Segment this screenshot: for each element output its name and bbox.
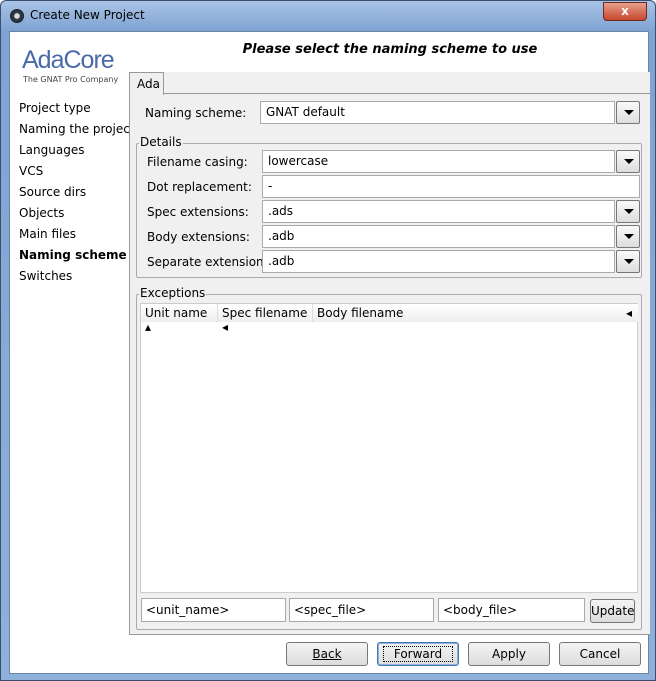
title-bar[interactable]: Create New Project x — [1, 1, 655, 31]
sidebar-item-naming-project[interactable]: Naming the project — [19, 122, 135, 136]
exceptions-table[interactable]: Unit name ▴ Spec filename ◂ Body filenam… — [140, 303, 638, 593]
sidebar-item-source-dirs[interactable]: Source dirs — [19, 185, 86, 199]
detail-label: Dot replacement: — [147, 180, 252, 194]
detail-label: Separate extensions: — [147, 255, 274, 269]
logo-tagline: The GNAT Pro Company — [23, 75, 119, 84]
detail-field[interactable]: - — [262, 175, 640, 198]
spec-file-input[interactable]: <spec_file> — [289, 598, 434, 622]
window-title: Create New Project — [30, 8, 145, 22]
column-label: Unit name — [145, 306, 208, 320]
update-button[interactable]: Update — [590, 599, 635, 623]
sort-up-icon: ▴ — [145, 320, 152, 334]
details-legend: Details — [139, 135, 183, 149]
back-button[interactable]: Back — [286, 642, 368, 666]
cancel-button[interactable]: Cancel — [559, 642, 641, 666]
dialog-body: AdaCore The GNAT Pro Company Please sele… — [9, 31, 650, 674]
detail-field[interactable]: .adb — [262, 225, 615, 248]
sidebar-item-switches[interactable]: Switches — [19, 269, 72, 283]
sort-left-icon: ◂ — [625, 306, 632, 320]
close-button[interactable]: x — [603, 2, 647, 21]
column-header-body-filename[interactable]: Body filename ◂ — [313, 304, 638, 322]
sidebar-item-objects[interactable]: Objects — [19, 206, 64, 220]
detail-field[interactable]: .adb — [262, 250, 615, 273]
adacore-logo: AdaCore — [22, 46, 115, 74]
exceptions-legend: Exceptions — [139, 286, 207, 300]
sidebar-item-naming-scheme[interactable]: Naming scheme — [19, 248, 127, 262]
cancel-label: Cancel — [579, 647, 621, 661]
body-file-input[interactable]: <body_file> — [438, 598, 585, 622]
page-heading: Please select the naming scheme to use — [242, 42, 538, 57]
app-icon — [10, 9, 24, 23]
detail-label: Spec extensions: — [147, 205, 249, 219]
forward-label: Forward — [382, 646, 454, 662]
forward-button[interactable]: Forward — [377, 642, 459, 666]
column-label: Spec filename — [222, 306, 308, 320]
window: Create New Project x AdaCore The GNAT Pr… — [0, 0, 656, 681]
chevron-down-icon[interactable] — [616, 101, 640, 124]
column-header-spec-filename[interactable]: Spec filename ◂ — [218, 304, 313, 334]
apply-label: Apply — [492, 647, 526, 661]
chevron-down-icon[interactable] — [616, 225, 640, 248]
chevron-down-icon[interactable] — [616, 250, 640, 273]
unit-name-input[interactable]: <unit_name> — [141, 598, 286, 622]
naming-scheme-combo[interactable]: GNAT default — [260, 101, 615, 124]
detail-field[interactable]: lowercase — [262, 150, 615, 173]
sidebar-item-vcs[interactable]: VCS — [19, 164, 43, 178]
column-label: Body filename — [317, 306, 404, 320]
detail-field[interactable]: .ads — [262, 200, 615, 223]
sidebar-item-project-type[interactable]: Project type — [19, 101, 91, 115]
tab-strip — [129, 72, 650, 94]
chevron-down-icon[interactable] — [616, 150, 640, 173]
naming-scheme-label: Naming scheme: — [145, 106, 247, 120]
detail-label: Filename casing: — [147, 155, 248, 169]
chevron-down-icon[interactable] — [616, 200, 640, 223]
column-header-unit-name[interactable]: Unit name ▴ — [141, 304, 218, 334]
sidebar-item-main-files[interactable]: Main files — [19, 227, 76, 241]
sort-left-icon: ◂ — [222, 320, 229, 334]
detail-label: Body extensions: — [147, 230, 250, 244]
tab-ada[interactable]: Ada — [129, 72, 164, 95]
apply-button[interactable]: Apply — [468, 642, 550, 666]
sidebar-item-languages[interactable]: Languages — [19, 143, 84, 157]
back-label: Back — [312, 647, 342, 661]
